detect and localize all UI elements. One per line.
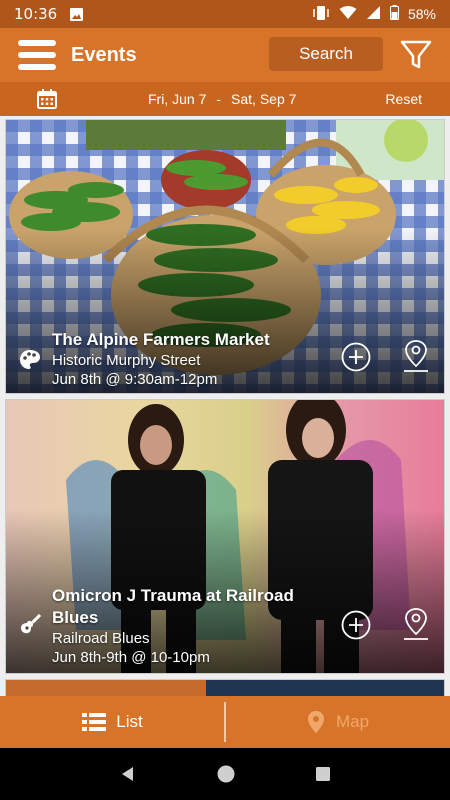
event-title-line: Omicron J Trauma at Railroad bbox=[52, 586, 294, 605]
add-to-calendar-button[interactable] bbox=[341, 610, 371, 640]
event-time: Jun 8th-9th @ 10-10pm bbox=[52, 649, 210, 666]
bottom-tab-bar: List Map bbox=[0, 696, 450, 748]
tab-map-label: Map bbox=[335, 712, 370, 731]
list-icon bbox=[82, 713, 107, 731]
event-info: Omicron J Trauma at Railroad Blues Railr… bbox=[52, 585, 294, 667]
system-nav-bar bbox=[0, 748, 450, 800]
status-icons: 58% bbox=[312, 5, 436, 24]
event-title: The Alpine Farmers Market bbox=[52, 330, 270, 349]
wifi-icon bbox=[339, 5, 357, 23]
event-card[interactable]: The Alpine Farmers Market Historic Murph… bbox=[5, 119, 445, 394]
calendar-button[interactable] bbox=[36, 88, 58, 110]
gallery-notification-icon bbox=[69, 7, 84, 22]
menu-icon-bar bbox=[18, 64, 56, 70]
signal-icon bbox=[366, 5, 381, 23]
screen: 10:36 58% Events Search Fri, Jun 7 - Sat… bbox=[0, 0, 450, 800]
palette-icon bbox=[20, 350, 40, 369]
end-date: Sat, Sep 7 bbox=[231, 91, 297, 107]
menu-icon-bar bbox=[18, 40, 56, 46]
map-pin-button[interactable] bbox=[400, 607, 432, 641]
date-separator: - bbox=[216, 91, 222, 107]
filter-button[interactable] bbox=[398, 37, 434, 73]
status-bar: 10:36 58% bbox=[0, 0, 450, 28]
page-title: Events bbox=[71, 43, 137, 66]
add-to-calendar-button[interactable] bbox=[341, 342, 371, 372]
app-bar: Events Search bbox=[0, 28, 450, 82]
date-range-bar: Fri, Jun 7 - Sat, Sep 7 Reset bbox=[0, 82, 450, 116]
back-icon[interactable] bbox=[119, 765, 137, 783]
event-card[interactable]: Omicron J Trauma at Railroad Blues Railr… bbox=[5, 399, 445, 674]
filter-icon bbox=[400, 40, 432, 69]
event-title: Omicron J Trauma at Railroad Blues bbox=[52, 585, 294, 629]
guitar-icon bbox=[21, 613, 42, 634]
map-marker-icon bbox=[307, 711, 324, 733]
event-venue: Historic Murphy Street bbox=[52, 352, 201, 369]
vibrate-icon bbox=[312, 5, 330, 24]
event-venue: Railroad Blues bbox=[52, 630, 150, 647]
start-date: Fri, Jun 7 bbox=[148, 91, 207, 107]
map-pin-button[interactable] bbox=[400, 339, 432, 373]
recents-icon[interactable] bbox=[315, 766, 331, 782]
event-title-line: Blues bbox=[52, 608, 99, 627]
menu-icon-bar bbox=[18, 52, 56, 58]
date-range[interactable]: Fri, Jun 7 - Sat, Sep 7 bbox=[148, 91, 296, 107]
event-time: Jun 8th @ 9:30am-12pm bbox=[52, 371, 218, 388]
search-button[interactable]: Search bbox=[269, 37, 383, 71]
event-info: The Alpine Farmers Market Historic Murph… bbox=[52, 329, 270, 389]
tab-list[interactable]: List bbox=[0, 696, 225, 748]
reset-button[interactable]: Reset bbox=[385, 91, 422, 107]
battery-percent: 58% bbox=[407, 6, 436, 22]
battery-icon bbox=[389, 5, 399, 23]
tab-map[interactable]: Map bbox=[225, 696, 450, 748]
status-time: 10:36 bbox=[14, 5, 58, 23]
home-icon[interactable] bbox=[216, 764, 236, 784]
tab-list-label: List bbox=[116, 712, 143, 731]
menu-button[interactable] bbox=[18, 38, 56, 72]
tab-divider bbox=[224, 702, 226, 742]
calendar-icon bbox=[37, 89, 57, 109]
